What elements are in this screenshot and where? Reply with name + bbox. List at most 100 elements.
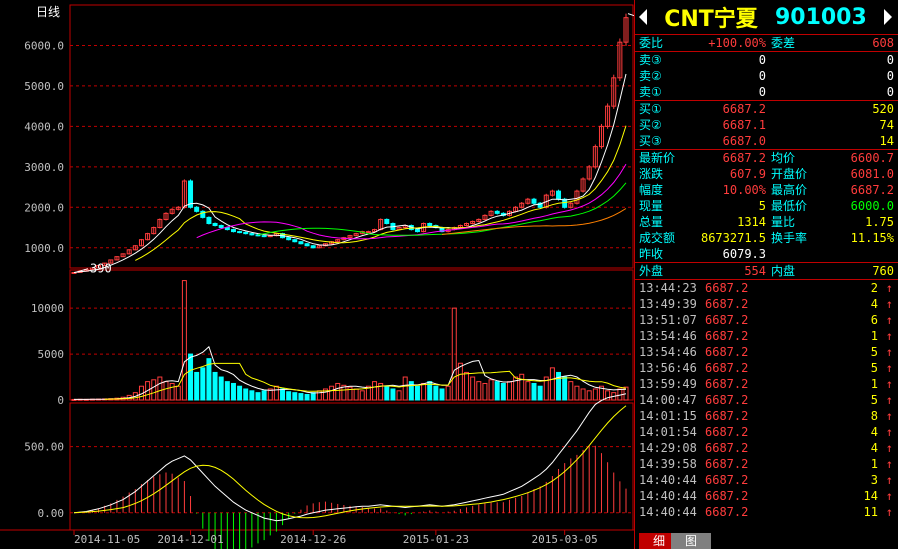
tick-row[interactable]: 13:44:23 6687.2 2 ↑ <box>635 280 898 296</box>
next-stock-arrow-icon[interactable] <box>884 9 892 25</box>
tick-row[interactable]: 13:54:46 6687.2 1 ↑ <box>635 328 898 344</box>
candle[interactable] <box>531 198 537 204</box>
candle[interactable] <box>304 243 310 247</box>
volume-bar[interactable] <box>230 382 236 401</box>
volume-bar[interactable] <box>200 367 206 401</box>
volume-bar[interactable] <box>310 392 316 401</box>
volume-bar[interactable] <box>163 381 169 401</box>
candle[interactable] <box>237 231 243 234</box>
candle[interactable] <box>427 222 433 227</box>
volume-bar[interactable] <box>261 390 267 401</box>
volume-bar[interactable] <box>414 385 420 401</box>
volume-bar[interactable] <box>464 371 470 401</box>
volume-bar[interactable] <box>243 388 249 401</box>
volume-bar[interactable] <box>574 385 580 401</box>
volume-bar[interactable] <box>457 362 463 401</box>
tick-row[interactable]: 14:40:44 6687.2 3 ↑ <box>635 472 898 488</box>
sell-order-row[interactable]: 卖③ 0 0 <box>635 52 898 68</box>
volume-bar[interactable] <box>500 382 506 401</box>
volume-bar[interactable] <box>353 388 359 401</box>
volume-bar[interactable] <box>286 391 292 401</box>
candle[interactable] <box>556 190 562 200</box>
candle[interactable] <box>384 218 390 224</box>
volume-bar[interactable] <box>175 385 181 401</box>
volume-bar[interactable] <box>194 371 200 401</box>
volume-bar[interactable] <box>157 376 163 401</box>
volume-bar[interactable] <box>384 385 390 401</box>
volume-bar[interactable] <box>304 393 310 401</box>
candle[interactable] <box>212 222 218 227</box>
volume-bar[interactable] <box>372 381 378 401</box>
tab-chart[interactable]: 图 <box>671 533 711 549</box>
candle[interactable] <box>194 206 200 212</box>
volume-bar[interactable] <box>249 390 255 401</box>
volume-bar[interactable] <box>298 393 304 401</box>
volume-bar[interactable] <box>568 381 574 401</box>
prev-stock-arrow-icon[interactable] <box>639 9 647 25</box>
volume-bar[interactable] <box>476 381 482 401</box>
volume-bar[interactable] <box>556 371 562 401</box>
volume-bar[interactable] <box>470 376 476 401</box>
volume-bar[interactable] <box>488 379 494 401</box>
candle[interactable] <box>494 210 500 214</box>
kline-chart[interactable]: 日线 6000.0 5000.0 4000.0 3000.0 2000.0 1000.0 10… <box>0 0 634 549</box>
candle[interactable] <box>230 229 236 233</box>
buy-order-row[interactable]: 买② 6687.1 74 <box>635 117 898 133</box>
volume-bar[interactable] <box>482 382 488 401</box>
volume-bar[interactable] <box>255 392 261 401</box>
buy-order-row[interactable]: 买③ 6687.0 14 <box>635 133 898 149</box>
tick-row[interactable]: 14:01:54 6687.2 4 ↑ <box>635 424 898 440</box>
volume-bar[interactable] <box>237 385 243 401</box>
volume-bar[interactable] <box>537 385 543 401</box>
tick-row[interactable]: 14:40:44 6687.2 11 ↑ <box>635 504 898 520</box>
volume-bar[interactable] <box>218 376 224 401</box>
sell-order-row[interactable]: 卖① 0 0 <box>635 84 898 100</box>
volume-bar[interactable] <box>181 280 187 401</box>
tick-list[interactable]: 13:44:23 6687.2 2 ↑ 13:49:39 6687.2 4 ↑ 13:51:07… <box>635 280 898 520</box>
volume-bar[interactable] <box>359 390 365 401</box>
candle[interactable] <box>365 231 371 234</box>
volume-bar[interactable] <box>531 382 537 401</box>
volume-bar[interactable] <box>506 381 512 401</box>
volume-bar[interactable] <box>224 381 230 401</box>
candle[interactable] <box>249 233 255 236</box>
volume-bar[interactable] <box>402 376 408 401</box>
volume-bar[interactable] <box>335 382 341 401</box>
sell-order-row[interactable]: 卖② 0 0 <box>635 68 898 84</box>
volume-bar[interactable] <box>439 388 445 401</box>
volume-bar[interactable] <box>580 388 586 401</box>
volume-bar[interactable] <box>562 376 568 401</box>
candle[interactable] <box>206 216 212 224</box>
volume-bar[interactable] <box>188 353 194 401</box>
candle[interactable] <box>218 225 224 229</box>
volume-bar[interactable] <box>396 390 402 401</box>
volume-bar[interactable] <box>329 385 335 401</box>
candle[interactable] <box>292 239 298 243</box>
volume-bar[interactable] <box>273 385 279 401</box>
tick-row[interactable]: 13:54:46 6687.2 5 ↑ <box>635 344 898 360</box>
volume-bar[interactable] <box>494 381 500 401</box>
candle[interactable] <box>310 245 316 249</box>
buy-order-row[interactable]: 买① 6687.2 520 <box>635 101 898 117</box>
tick-row[interactable]: 14:29:08 6687.2 4 ↑ <box>635 440 898 456</box>
tick-row[interactable]: 13:51:07 6687.2 6 ↑ <box>635 312 898 328</box>
volume-bar[interactable] <box>212 371 218 401</box>
tick-row[interactable]: 13:56:46 6687.2 5 ↑ <box>635 360 898 376</box>
volume-bar[interactable] <box>421 382 427 401</box>
volume-bar[interactable] <box>280 388 286 401</box>
volume-bar[interactable] <box>408 381 414 401</box>
volume-bar[interactable] <box>445 385 451 401</box>
volume-bar[interactable] <box>390 388 396 401</box>
candle[interactable] <box>298 241 304 245</box>
tick-row[interactable]: 14:40:44 6687.2 14 ↑ <box>635 488 898 504</box>
candle[interactable] <box>243 231 249 235</box>
volume-bar[interactable] <box>151 379 157 401</box>
volume-bar[interactable] <box>586 390 592 401</box>
candle[interactable] <box>414 229 420 233</box>
volume-bar[interactable] <box>169 382 175 401</box>
candle[interactable] <box>286 237 292 241</box>
volume-bar[interactable] <box>525 381 531 401</box>
candle[interactable] <box>267 235 273 238</box>
volume-bar[interactable] <box>292 392 298 401</box>
candle[interactable] <box>261 235 267 238</box>
